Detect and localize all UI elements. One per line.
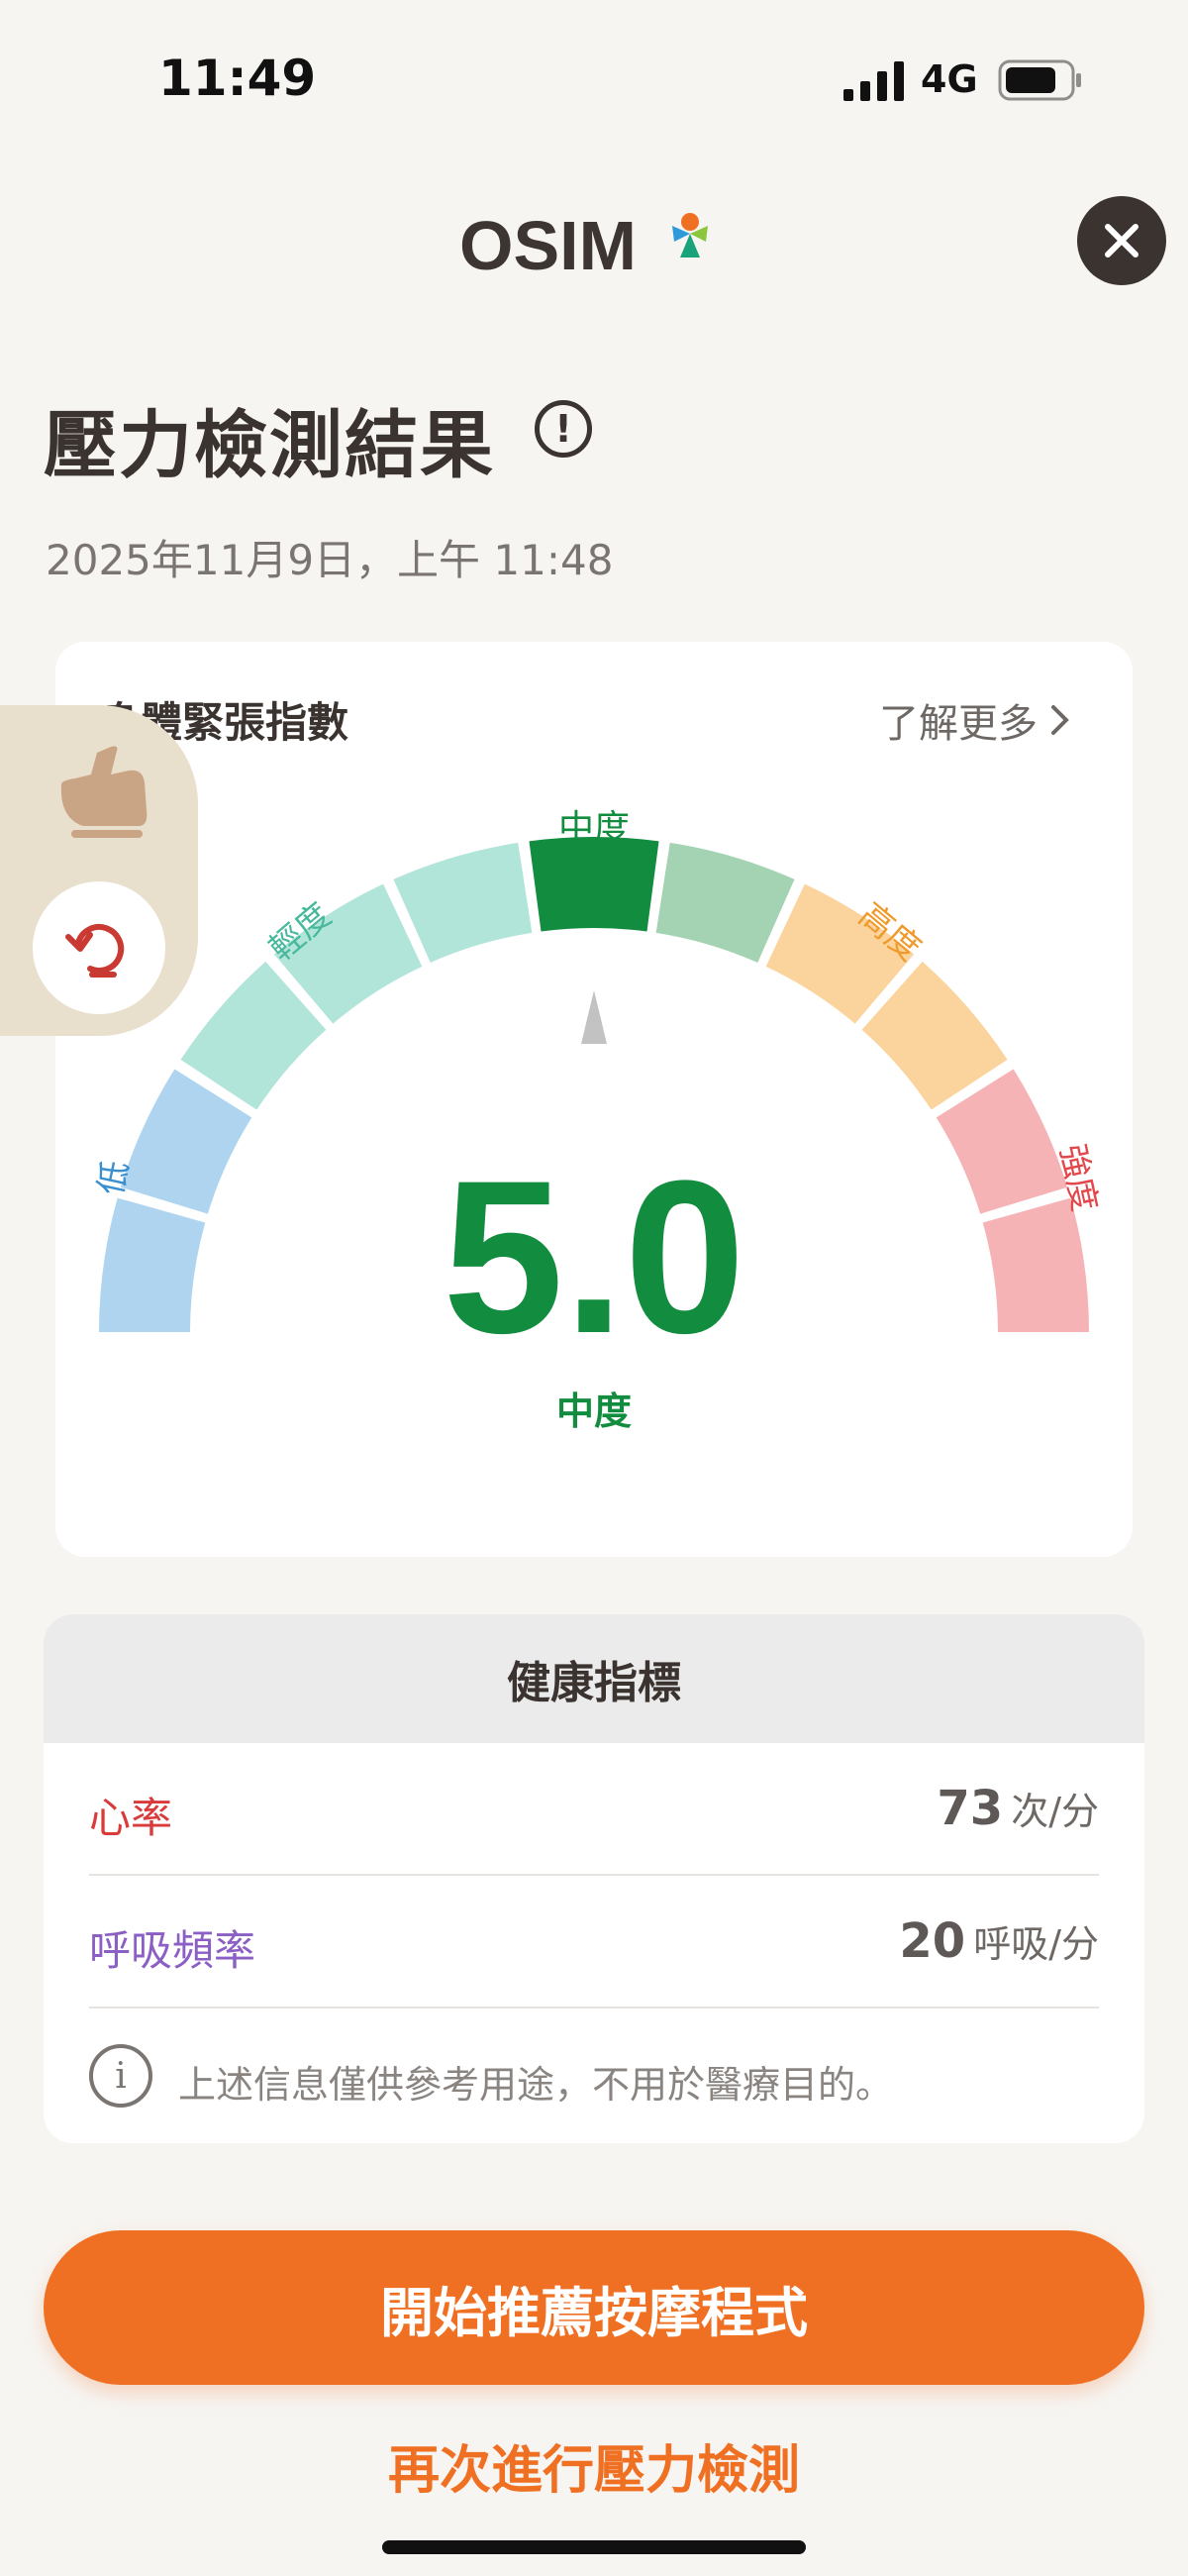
logo-text: OSIM (459, 207, 637, 281)
network-type: 4G (921, 57, 978, 101)
breathing-rate-unit: 呼吸/分 (973, 1922, 1099, 1966)
stress-score: 5.0 (443, 1135, 745, 1379)
restore-icon (65, 924, 125, 978)
learn-more-link[interactable]: 了解更多 (879, 691, 1071, 749)
page-title: 壓力檢測結果 (44, 403, 495, 488)
result-date: 2025年11月9日，上午 11:48 (46, 536, 614, 584)
heart-rate-unit: 次/分 (1011, 1790, 1099, 1833)
restore-button[interactable] (33, 881, 165, 1014)
info-icon[interactable]: ! (535, 400, 592, 458)
learn-more-label: 了解更多 (879, 701, 1038, 747)
chevron-right-icon (1051, 705, 1069, 735)
divider (89, 1874, 1099, 1876)
close-button[interactable] (1077, 196, 1166, 285)
gauge-segment (99, 1197, 206, 1332)
breathing-rate-number: 20 (899, 1913, 966, 1969)
home-indicator (382, 2540, 806, 2554)
heart-rate-label: 心率 (89, 1794, 173, 1842)
stress-level: 中度 (556, 1390, 632, 1433)
disclaimer-text: 上述信息僅供參考用途，不用於醫療目的。 (178, 2063, 894, 2107)
stress-gauge: 低 輕度 中度 高度 強度 5.0 中度 (91, 808, 1105, 1433)
gauge-segment (982, 1197, 1089, 1332)
divider (89, 2007, 1099, 2009)
status-time: 11:49 (158, 50, 317, 107)
osim-logo: OSIM (459, 207, 708, 281)
breathing-rate-value: 20 呼吸/分 (899, 1913, 1099, 1969)
start-recommended-program-button[interactable]: 開始推薦按摩程式 (44, 2230, 1144, 2385)
signal-icon (843, 61, 904, 101)
info-circle-icon: i (89, 2044, 152, 2108)
gauge-segment (655, 842, 795, 963)
heart-rate-value: 73 次/分 (937, 1781, 1099, 1836)
health-indicators-title: 健康指標 (44, 1614, 1144, 1743)
battery-icon (998, 59, 1081, 101)
heart-rate-number: 73 (937, 1781, 1004, 1836)
retest-stress-link[interactable]: 再次進行壓力檢測 (0, 2428, 1188, 2503)
gauge-label-moderate: 中度 (558, 808, 630, 849)
massage-chair-icon[interactable] (48, 745, 156, 844)
gauge-segment (529, 837, 659, 932)
gauge-segment (393, 842, 533, 963)
gauge-pointer (581, 990, 607, 1044)
close-icon (1105, 224, 1138, 258)
breathing-rate-label: 呼吸頻率 (89, 1926, 256, 1975)
